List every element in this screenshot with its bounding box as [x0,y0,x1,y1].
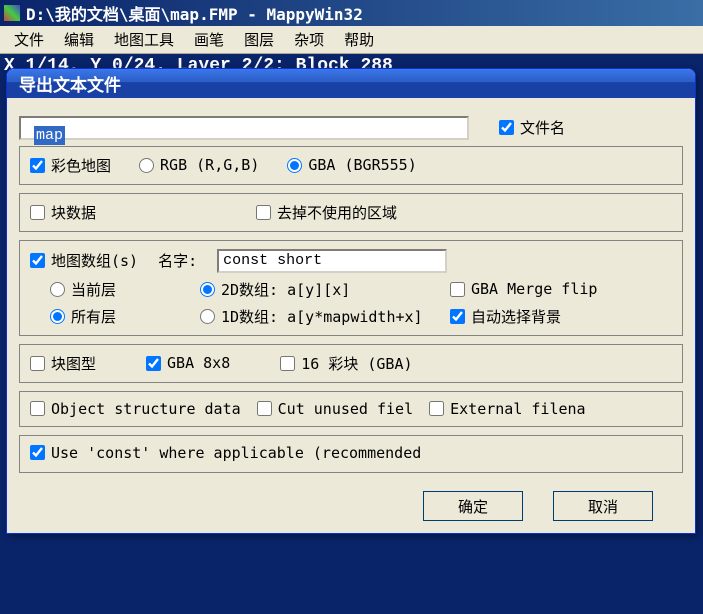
rgb-label: RGB (R,G,B) [160,156,259,174]
objstruct-group: Object structure data Cut unused fiel Ex… [19,391,683,427]
useconst-checkbox[interactable]: Use 'const' where applicable (recommende… [30,444,421,462]
autobg-label: 自动选择背景 [471,306,561,327]
colormap-label: 彩色地图 [51,155,111,176]
blockdata-checkbox[interactable]: 块数据 [30,202,96,223]
blockdata-group: 块数据 去掉不使用的区域 [19,193,683,232]
currentlayer-label: 当前层 [71,279,116,300]
maparrays-label: 地图数组(s) [51,250,138,271]
externalfile-check-input[interactable] [429,401,444,416]
gba-radio[interactable]: GBA (BGR555) [287,156,416,174]
objstruct-check-input[interactable] [30,401,45,416]
dialog-buttons: 确定 取消 [19,491,683,521]
menu-file[interactable]: 文件 [4,25,54,54]
gbamerge-checkbox[interactable]: GBA Merge flip [450,280,672,298]
main-titlebar: D:\我的文档\桌面\map.FMP - MappyWin32 [0,0,703,26]
arr2d-label: 2D数组: a[y][x] [221,279,350,300]
gba8x8-check-input[interactable] [146,356,161,371]
currentlayer-radio[interactable]: 当前层 [50,279,200,300]
colors16-label: 16 彩块 (GBA) [301,353,412,374]
colormap-checkbox[interactable]: 彩色地图 [30,155,111,176]
blockgfx-checkbox[interactable]: 块图型 [30,353,96,374]
gba-radio-input[interactable] [287,158,302,173]
gbamerge-check-input[interactable] [450,282,465,297]
colormap-group: 彩色地图 RGB (R,G,B) GBA (BGR555) [19,146,683,185]
gba8x8-checkbox[interactable]: GBA 8x8 [146,354,230,372]
dialog-titlebar: 导出文本文件 [7,69,695,98]
menu-misc[interactable]: 杂项 [284,25,334,54]
menu-layer[interactable]: 图层 [234,25,284,54]
removeunused-check-input[interactable] [256,205,271,220]
maparrays-check-input[interactable] [30,253,45,268]
gba-label: GBA (BGR555) [308,156,416,174]
arr2d-radio[interactable]: 2D数组: a[y][x] [200,279,450,300]
name-input[interactable] [217,249,447,273]
filename-check-label: 文件名 [520,117,565,138]
externalfile-label: External filena [450,400,585,418]
objstruct-label: Object structure data [51,400,241,418]
useconst-check-input[interactable] [30,445,45,460]
useconst-group: Use 'const' where applicable (recommende… [19,435,683,474]
externalfile-checkbox[interactable]: External filena [429,400,585,418]
menu-edit[interactable]: 编辑 [54,25,104,54]
dialog-body: map 文件名 彩色地图 RGB (R,G,B) [7,98,695,534]
dialog-title: 导出文本文件 [19,71,121,96]
colors16-check-input[interactable] [280,356,295,371]
autobg-checkbox[interactable]: 自动选择背景 [450,306,672,327]
filename-checkbox[interactable]: 文件名 [499,117,565,138]
alllayers-radio-input[interactable] [50,309,65,324]
useconst-label: Use 'const' where applicable (recommende… [51,444,421,462]
blockgfx-label: 块图型 [51,353,96,374]
app-icon [4,5,20,21]
arr2d-radio-input[interactable] [200,282,215,297]
gbamerge-label: GBA Merge flip [471,280,597,298]
blockgfx-group: 块图型 GBA 8x8 16 彩块 (GBA) [19,344,683,383]
cutunused-label: Cut unused fiel [278,400,413,418]
blockgfx-check-input[interactable] [30,356,45,371]
rgb-radio[interactable]: RGB (R,G,B) [139,156,259,174]
alllayers-label: 所有层 [71,306,116,327]
menubar: 文件 编辑 地图工具 画笔 图层 杂项 帮助 [0,26,703,54]
colormap-check-input[interactable] [30,158,45,173]
work-area: X 1/14, Y 0/24. Layer 2/2: Block 288 导出文… [0,54,703,614]
cutunused-checkbox[interactable]: Cut unused fiel [257,400,413,418]
maparrays-checkbox[interactable]: 地图数组(s) [30,250,138,271]
blockdata-check-input[interactable] [30,205,45,220]
objstruct-checkbox[interactable]: Object structure data [30,400,241,418]
menu-brush[interactable]: 画笔 [184,25,234,54]
filename-check-input[interactable] [499,120,514,135]
main-title: D:\我的文档\桌面\map.FMP - MappyWin32 [26,1,363,25]
gba8x8-label: GBA 8x8 [167,354,230,372]
menu-maptools[interactable]: 地图工具 [104,25,184,54]
removeunused-label: 去掉不使用的区域 [277,202,397,223]
main-window: D:\我的文档\桌面\map.FMP - MappyWin32 文件 编辑 地图… [0,0,703,614]
arr1d-radio-input[interactable] [200,309,215,324]
menu-help[interactable]: 帮助 [334,25,384,54]
filename-row: map 文件名 [19,116,683,140]
colors16-checkbox[interactable]: 16 彩块 (GBA) [280,353,412,374]
arr1d-radio[interactable]: 1D数组: a[y*mapwidth+x] [200,306,450,327]
autobg-check-input[interactable] [450,309,465,324]
filename-selection: map [34,126,65,145]
ok-button[interactable]: 确定 [423,491,523,521]
rgb-radio-input[interactable] [139,158,154,173]
export-dialog: 导出文本文件 map 文件名 彩色地图 [6,68,696,534]
alllayers-radio[interactable]: 所有层 [50,306,200,327]
currentlayer-radio-input[interactable] [50,282,65,297]
removeunused-checkbox[interactable]: 去掉不使用的区域 [256,202,397,223]
name-label: 名字: [158,250,197,271]
blockdata-label: 块数据 [51,202,96,223]
filename-input[interactable] [19,116,469,140]
maparrays-group: 地图数组(s) 名字: 当前层 2D数组: a[y][x] [19,240,683,336]
arr1d-label: 1D数组: a[y*mapwidth+x] [221,306,423,327]
cancel-button[interactable]: 取消 [553,491,653,521]
cutunused-check-input[interactable] [257,401,272,416]
